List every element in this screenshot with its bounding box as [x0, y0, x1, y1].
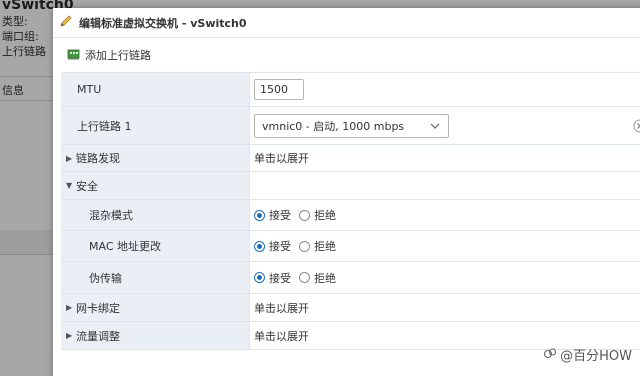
mtu-label-cell: MTU — [61, 73, 250, 106]
uplink1-value-cell: vmnic0 - 启动, 1000 mbps — [250, 107, 640, 144]
forged-label-cell: 伪传输 — [61, 262, 250, 293]
watermark-logo-icon — [543, 346, 557, 364]
add-uplink-label: 添加上行链路 — [85, 49, 151, 62]
dialog-toolbar: 添加上行链路 — [53, 38, 640, 72]
radio-selected-icon — [254, 272, 265, 283]
uplink1-label-cell: 上行链路 1 — [61, 107, 250, 144]
uplink1-select[interactable]: vmnic0 - 启动, 1000 mbps — [254, 113, 449, 138]
nic-teaming-row[interactable]: ▶ 网卡绑定 单击以展开 — [61, 294, 640, 322]
forged-transmits-row: 伪传输 接受 拒绝 — [61, 262, 640, 294]
radio-selected-icon — [254, 209, 265, 221]
nic-teaming-label-cell: ▶ 网卡绑定 — [61, 294, 250, 321]
mac-change-reject-label: 拒绝 — [314, 240, 336, 253]
mac-change-accept-radio[interactable]: 接受 — [254, 238, 291, 254]
security-value-cell — [250, 172, 640, 199]
edit-vswitch-dialog: 编辑标准虚拟交换机 - vSwitch0 添加上行链路 MTU 1500 上行链… — [53, 8, 640, 376]
link-discovery-label-cell: ▶ 链路发现 — [61, 145, 250, 171]
mtu-row: MTU — [61, 73, 640, 107]
background-band — [0, 230, 52, 254]
forged-accept-radio[interactable]: 接受 — [254, 270, 291, 286]
chevron-down-icon — [430, 121, 440, 134]
mac-change-accept-label: 接受 — [269, 240, 291, 253]
edit-pencil-icon — [59, 14, 73, 31]
security-label: 安全 — [76, 179, 98, 193]
background-portgroup-label: 端口组: — [2, 30, 39, 43]
background-divider — [0, 76, 52, 77]
remove-uplink-icon[interactable] — [633, 119, 640, 136]
background-type-label: 类型: — [2, 15, 28, 28]
background-divider — [0, 100, 52, 101]
mac-change-row: MAC 地址更改 接受 拒绝 — [61, 231, 640, 262]
link-discovery-expand-text[interactable]: 单击以展开 — [250, 150, 309, 166]
link-discovery-row[interactable]: ▶ 链路发现 单击以展开 — [61, 145, 640, 172]
background-divider — [0, 254, 52, 255]
mac-change-value-cell: 接受 拒绝 — [250, 231, 640, 261]
watermark: @百分HOW — [543, 345, 632, 364]
radio-unselected-icon — [299, 240, 310, 252]
mtu-input[interactable] — [254, 79, 304, 100]
promiscuous-mode-row: 混杂模式 接受 拒绝 — [61, 200, 640, 231]
radio-selected-icon — [254, 240, 265, 252]
uplink1-label: 上行链路 1 — [77, 119, 132, 133]
promiscuous-reject-label: 拒绝 — [314, 209, 336, 222]
background-uplink-label: 上行链路 — [2, 45, 46, 58]
mac-change-label-cell: MAC 地址更改 — [61, 231, 250, 261]
radio-unselected-icon — [299, 272, 310, 283]
uplink1-row: 上行链路 1 vmnic0 - 启动, 1000 mbps — [61, 107, 640, 145]
network-adapter-add-icon — [67, 48, 81, 63]
background-info-label: 信息 — [2, 84, 24, 97]
caret-right-icon[interactable]: ▶ — [66, 331, 76, 340]
traffic-shaping-label: 流量调整 — [76, 329, 120, 343]
uplink1-selected-value: vmnic0 - 启动, 1000 mbps — [262, 119, 405, 133]
security-label-cell: ▼ 安全 — [61, 172, 250, 199]
caret-down-icon[interactable]: ▼ — [66, 181, 76, 190]
caret-right-icon[interactable]: ▶ — [66, 154, 76, 163]
forged-label: 伪传输 — [89, 271, 122, 285]
promiscuous-accept-label: 接受 — [269, 209, 291, 222]
traffic-shaping-label-cell: ▶ 流量调整 — [61, 322, 250, 349]
forged-radio-group: 接受 拒绝 — [250, 270, 344, 286]
add-uplink-button[interactable]: 添加上行链路 — [67, 47, 151, 63]
nic-teaming-label: 网卡绑定 — [76, 301, 120, 315]
traffic-shaping-expand-text[interactable]: 单击以展开 — [250, 328, 309, 344]
promiscuous-value-cell: 接受 拒绝 — [250, 200, 640, 230]
security-row[interactable]: ▼ 安全 — [61, 172, 640, 200]
promiscuous-radio-group: 接受 拒绝 — [250, 207, 344, 223]
link-discovery-label: 链路发现 — [76, 152, 120, 165]
promiscuous-accept-radio[interactable]: 接受 — [254, 207, 291, 223]
mac-change-reject-radio[interactable]: 拒绝 — [299, 238, 336, 254]
dialog-header: 编辑标准虚拟交换机 - vSwitch0 — [53, 8, 640, 38]
mtu-value-cell — [250, 73, 640, 106]
nic-teaming-expand-text[interactable]: 单击以展开 — [250, 300, 309, 316]
mac-change-radio-group: 接受 拒绝 — [250, 238, 344, 254]
dialog-title: 编辑标准虚拟交换机 - vSwitch0 — [79, 16, 247, 30]
mtu-label: MTU — [77, 83, 102, 96]
vswitch-settings-form: MTU 上行链路 1 vmnic0 - 启动, 1000 mbps — [61, 72, 640, 350]
forged-accept-label: 接受 — [269, 271, 291, 285]
forged-reject-label: 拒绝 — [314, 271, 336, 285]
promiscuous-label-cell: 混杂模式 — [61, 200, 250, 230]
radio-unselected-icon — [299, 209, 310, 221]
forged-reject-radio[interactable]: 拒绝 — [299, 270, 336, 286]
nic-teaming-value-cell: 单击以展开 — [250, 294, 640, 321]
promiscuous-label: 混杂模式 — [89, 209, 133, 222]
link-discovery-value-cell: 单击以展开 — [250, 145, 640, 171]
forged-value-cell: 接受 拒绝 — [250, 262, 640, 293]
promiscuous-reject-radio[interactable]: 拒绝 — [299, 207, 336, 223]
watermark-text: @百分HOW — [560, 349, 632, 364]
caret-right-icon[interactable]: ▶ — [66, 303, 76, 312]
mac-change-label: MAC 地址更改 — [89, 240, 161, 253]
